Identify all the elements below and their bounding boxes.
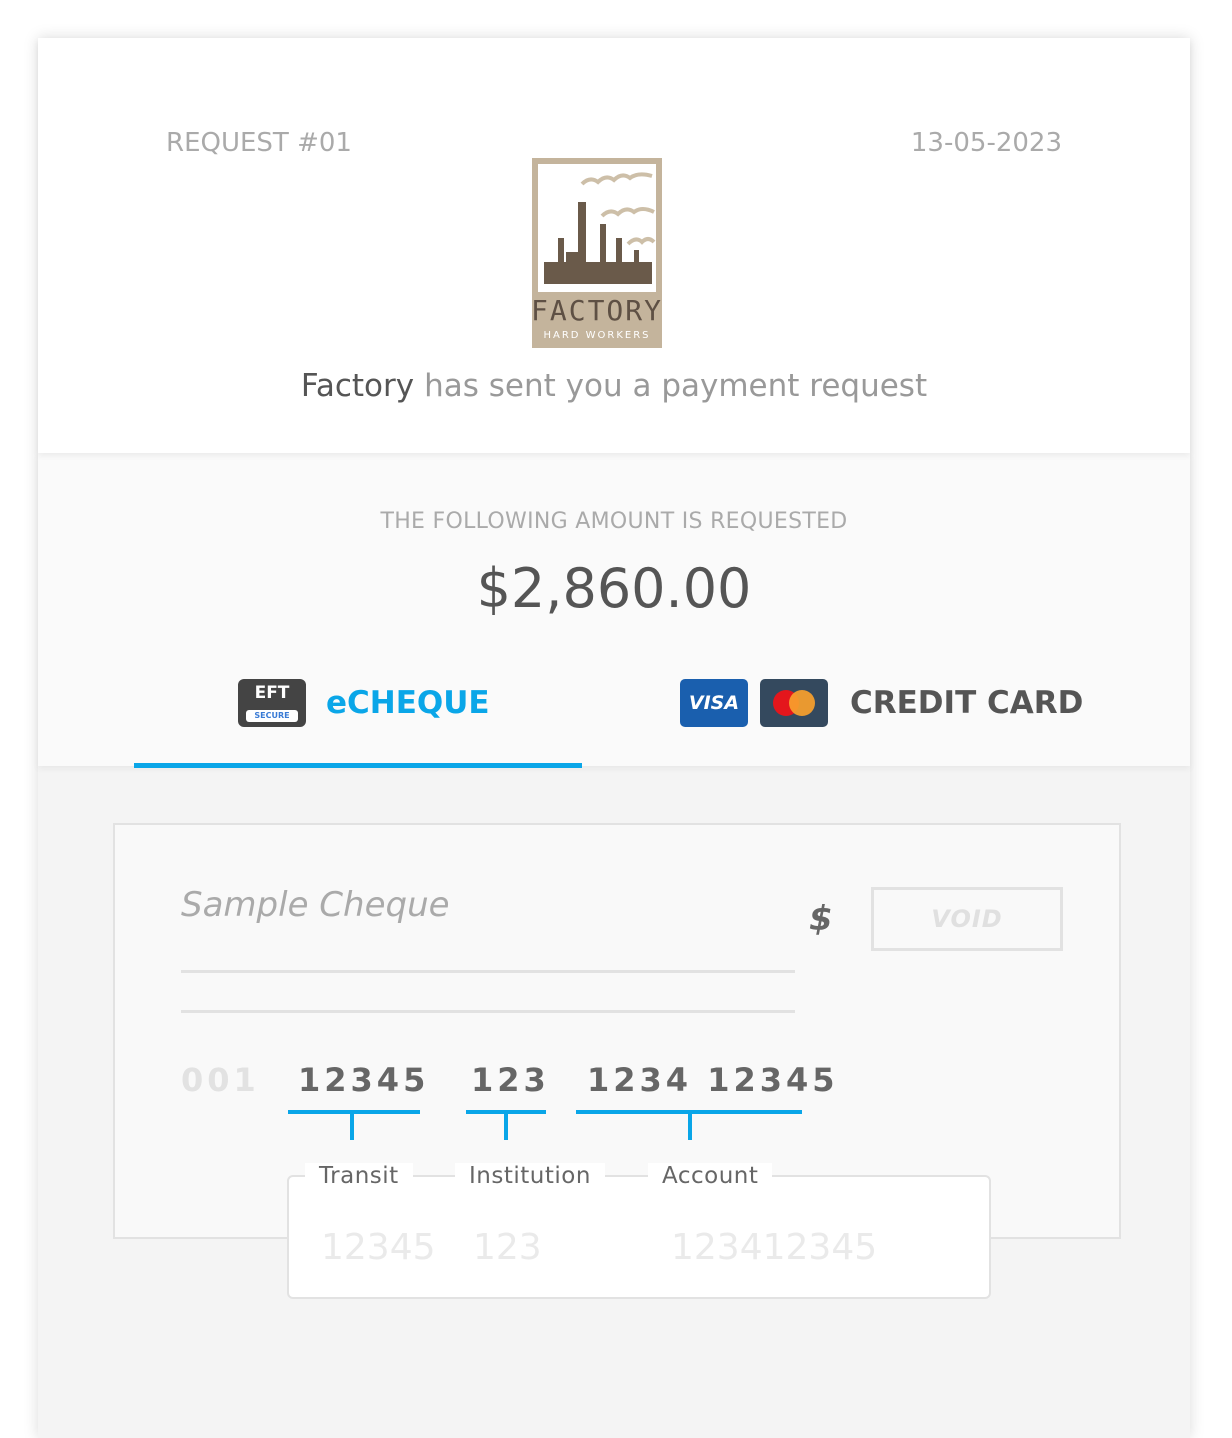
institution-number: 123 [471, 1061, 550, 1099]
bank-details-form: Transit Institution Account [287, 1163, 991, 1299]
amount-value: $2,860.00 [476, 557, 752, 620]
account-tick [688, 1114, 692, 1140]
transit-input[interactable] [319, 1221, 453, 1273]
amount-section: THE FOLLOWING AMOUNT IS REQUESTED $2,860… [38, 453, 1190, 768]
institution-input[interactable] [471, 1221, 645, 1273]
tab-label: eCHEQUE [326, 685, 490, 721]
factory-logo: FACTORY HARD WORKERS [532, 158, 662, 348]
request-message: Factory has sent you a payment request [38, 368, 1190, 404]
sender-name: Factory [300, 368, 415, 404]
visa-icon: VISA [680, 679, 748, 727]
account-number: 1234 12345 [587, 1061, 839, 1099]
institution-label: Institution [455, 1163, 605, 1189]
cheque-number: 001 [181, 1061, 260, 1099]
transit-number: 12345 [298, 1061, 430, 1099]
cheque-title: Sample Cheque [181, 885, 450, 925]
currency-symbol: $ [809, 899, 833, 939]
institution-tick [504, 1114, 508, 1140]
void-stamp: VOID [871, 887, 1063, 951]
payment-request-card: REQUEST #01 13-05-2023 FACTORY HARD WORK… [38, 38, 1190, 1438]
tab-label: CREDIT CARD [850, 685, 1084, 721]
account-input[interactable] [669, 1221, 973, 1273]
transit-bracket [288, 1110, 420, 1114]
active-tab-indicator [134, 763, 582, 768]
cheque-line [181, 1010, 795, 1013]
cheque-line [181, 970, 795, 973]
eft-secure-icon: EFT SECURE [238, 679, 306, 727]
request-header: REQUEST #01 13-05-2023 FACTORY HARD WORK… [38, 38, 1190, 453]
tab-echeque[interactable]: EFT SECURE eCHEQUE [238, 678, 490, 728]
account-label: Account [648, 1163, 773, 1189]
transit-label: Transit [305, 1163, 413, 1189]
amount-label: THE FOLLOWING AMOUNT IS REQUESTED [380, 509, 848, 534]
request-number: REQUEST #01 [166, 128, 352, 158]
mastercard-icon [760, 679, 828, 727]
request-date: 13-05-2023 [910, 128, 1062, 158]
tab-credit-card[interactable]: VISA CREDIT CARD [680, 678, 1083, 728]
svg-text:HARD WORKERS: HARD WORKERS [543, 330, 650, 341]
message-text: has sent you a payment request [424, 368, 928, 404]
transit-tick [350, 1114, 354, 1140]
svg-text:FACTORY: FACTORY [532, 294, 662, 327]
